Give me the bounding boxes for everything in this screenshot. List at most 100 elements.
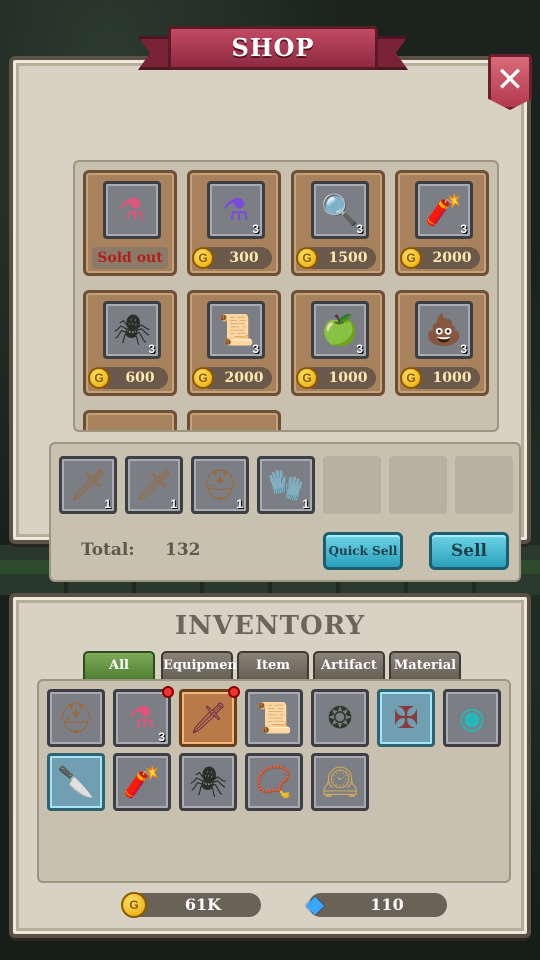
gem-balance: ◆ 110 <box>306 890 447 918</box>
tab-artifact[interactable]: Artifact <box>313 651 385 681</box>
new-item-dot <box>228 686 240 698</box>
wanted-poster-icon: 📜 <box>255 700 293 736</box>
inventory-slot[interactable]: 🔪 <box>47 753 105 811</box>
inventory-slot[interactable]: ◉ <box>443 689 501 747</box>
item-quantity: 1 <box>104 497 111 511</box>
shop-item-card[interactable]: 🕷 3 G 600 <box>83 290 177 396</box>
shop-item-card-partial <box>83 410 177 430</box>
price-tag: G 2000 <box>400 247 480 269</box>
empty-sell-slot[interactable] <box>455 456 513 514</box>
tab-item[interactable]: Item <box>237 651 309 681</box>
inventory-slot[interactable]: ❂ <box>311 689 369 747</box>
price-value: 1000 <box>432 370 472 386</box>
clock-scroll-icon: 🕰 <box>320 764 360 800</box>
item-quantity: 3 <box>460 342 467 356</box>
item-quantity: 3 <box>356 222 363 236</box>
price-tag: G 1500 <box>296 247 376 269</box>
inventory-slot[interactable]: 📜 <box>245 689 303 747</box>
shop-item-grid[interactable]: ⚗ Sold out ⚗ 3 G 300 🔍 3 G 1500 🧨 3 G 2000 🕷 3 G 600 📜 3 G 20… <box>73 160 499 432</box>
sold-out-label: Sold out <box>92 247 168 269</box>
price-tag: G 2000 <box>192 367 272 389</box>
sell-slot[interactable]: 🗡 1 <box>125 456 183 514</box>
gold-coin-icon: G <box>400 367 422 389</box>
item-slot: 📜 3 <box>207 301 265 359</box>
total-value: 132 <box>165 540 201 560</box>
close-icon: ✕ <box>495 60 525 100</box>
inventory-slot[interactable]: 📿 <box>245 753 303 811</box>
price-value: 2000 <box>224 370 264 386</box>
shop-item-card[interactable]: 📜 3 G 2000 <box>187 290 281 396</box>
shop-item-card[interactable]: 🔍 3 G 1500 <box>291 170 385 276</box>
close-button[interactable]: ✕ <box>488 54 532 110</box>
item-quantity: 1 <box>302 497 309 511</box>
new-item-dot <box>162 686 174 698</box>
item-slot: 🍏 3 <box>311 301 369 359</box>
item-quantity: 3 <box>460 222 467 236</box>
gold-coin-icon: G <box>192 247 214 269</box>
pink-potion-icon: ⚗ <box>118 192 146 228</box>
shop-item-card[interactable]: ⚗ Sold out <box>83 170 177 276</box>
item-slot: 💩 3 <box>415 301 473 359</box>
green-gem-necklace-icon: 📿 <box>255 764 293 800</box>
shop-banner: SHOP <box>138 22 408 78</box>
item-slot: ⚗ 3 <box>207 181 265 239</box>
gold-coin-icon: G <box>400 247 422 269</box>
gold-balance: G 61K <box>121 892 261 918</box>
item-slot: 🔍 3 <box>311 181 369 239</box>
empty-sell-slot[interactable] <box>389 456 447 514</box>
shop-item-card[interactable]: 🍏 3 G 1000 <box>291 290 385 396</box>
shop-item-card[interactable]: 🧨 3 G 2000 <box>395 170 489 276</box>
inventory-slot[interactable]: ⚗ 3 <box>113 686 174 747</box>
spiked-staff-icon: ✠ <box>393 700 419 736</box>
helmet-icon: ⛑ <box>56 700 96 736</box>
quick-sell-button[interactable]: Quick Sell <box>323 532 403 570</box>
shop-item-card[interactable]: 💩 3 G 1000 <box>395 290 489 396</box>
sell-button[interactable]: Sell <box>429 532 509 570</box>
inventory-title: INVENTORY <box>174 611 366 641</box>
price-value: 1000 <box>328 370 368 386</box>
inventory-panel: INVENTORY All Equipment Item Artifact Materi… <box>9 593 531 938</box>
inventory-slot[interactable]: ⛑ <box>47 689 105 747</box>
shop-item-card-partial <box>187 410 281 430</box>
inventory-slot[interactable]: 🧨 <box>113 753 171 811</box>
item-quantity: 1 <box>170 497 177 511</box>
sell-slot[interactable]: ⛑ 1 <box>191 456 249 514</box>
sell-slot[interactable]: 🗡 1 <box>59 456 117 514</box>
price-value: 2000 <box>432 250 472 266</box>
teal-amulet-icon: ◉ <box>458 700 486 736</box>
curved-blade-icon: 🗡 <box>188 700 228 736</box>
item-quantity: 1 <box>236 497 243 511</box>
sell-slot[interactable]: 🧤 1 <box>257 456 315 514</box>
shop-item-card[interactable]: ⚗ 3 G 300 <box>187 170 281 276</box>
tab-equipment[interactable]: Equipment <box>161 651 243 681</box>
price-value: 300 <box>229 250 259 266</box>
inventory-slot[interactable]: 🕷 <box>179 753 237 811</box>
gem-value: 110 <box>370 895 404 914</box>
tab-all[interactable]: All <box>83 651 155 681</box>
shop-title: SHOP <box>231 33 315 62</box>
item-quantity: 3 <box>356 342 363 356</box>
inventory-slot[interactable]: 🕰 <box>311 753 369 811</box>
inventory-slot[interactable]: 🗡 <box>179 686 240 747</box>
spider-drone-icon: 🕷 <box>188 764 228 800</box>
item-quantity: 3 <box>148 342 155 356</box>
dynamite-icon: 🧨 <box>123 764 161 800</box>
inventory-slot[interactable]: ✠ <box>377 689 435 747</box>
price-tag: G 1000 <box>296 367 376 389</box>
gold-coin-icon: G <box>296 367 318 389</box>
empty-sell-slot[interactable] <box>323 456 381 514</box>
tab-material[interactable]: Material <box>389 651 461 681</box>
inventory-grid[interactable]: ⛑ ⚗ 3 🗡 📜 ❂ ✠ ◉ 🔪 🧨 🕷 📿 🕰 <box>37 679 511 883</box>
shop-panel: ⚗ Sold out ⚗ 3 G 300 🔍 3 G 1500 🧨 3 G 2000 🕷 3 G 600 📜 3 G 20… <box>9 56 531 582</box>
gold-coin-icon: G <box>296 247 318 269</box>
thorn-ring-icon: ❂ <box>327 700 353 736</box>
gold-coin-icon: G <box>121 892 147 918</box>
total-label: Total: <box>81 540 135 560</box>
item-quantity: 3 <box>252 222 259 236</box>
item-quantity: 3 <box>158 730 165 744</box>
price-value: 1500 <box>328 250 368 266</box>
gold-value: 61K <box>184 895 222 914</box>
item-slot: 🕷 3 <box>103 301 161 359</box>
price-tag: G 600 <box>88 367 168 389</box>
gold-coin-icon: G <box>88 367 110 389</box>
